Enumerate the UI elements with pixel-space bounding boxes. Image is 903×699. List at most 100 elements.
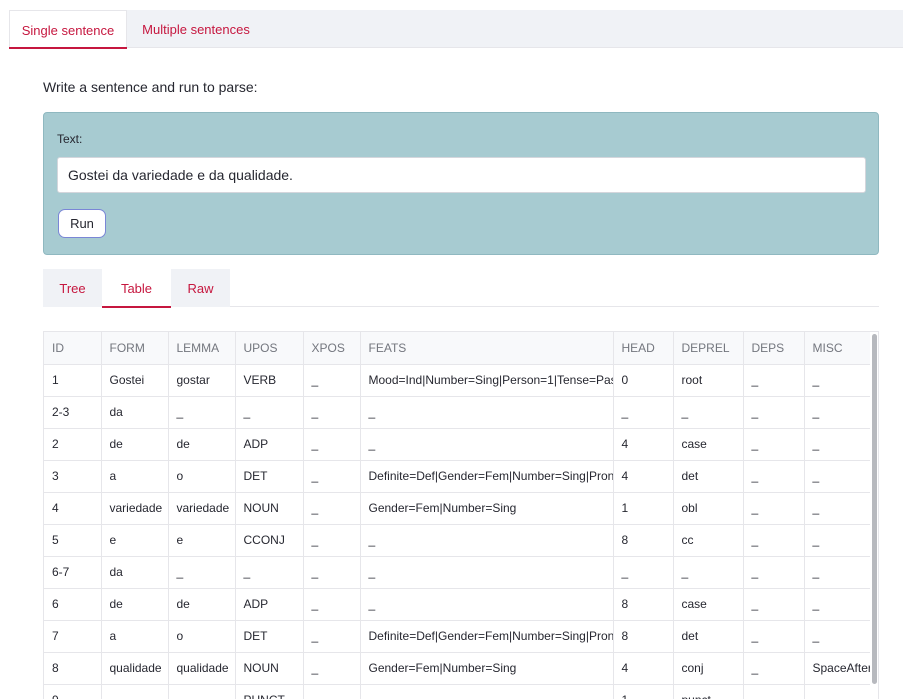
- cell-feats: Mood=Ind|Number=Sing|Person=1|Tense=Past…: [360, 364, 614, 397]
- cell-lemma: _: [168, 556, 236, 589]
- cell-head: _: [613, 396, 674, 429]
- cell-form: e: [101, 524, 169, 557]
- cell-feats: Gender=Fem|Number=Sing: [360, 492, 614, 525]
- parse-form: Text: Run: [43, 112, 879, 255]
- cell-lemma: de: [168, 428, 236, 461]
- output-tab-bar: Tree Table Raw: [43, 269, 879, 308]
- cell-id: 4: [44, 492, 102, 525]
- cell-misc: _: [804, 428, 872, 461]
- cell-feats: _: [360, 524, 614, 557]
- cell-deprel: det: [673, 460, 744, 493]
- tab-tree[interactable]: Tree: [43, 269, 102, 307]
- column-header-lemma: LEMMA: [168, 332, 236, 365]
- cell-misc: _: [804, 524, 872, 557]
- cell-id: 8: [44, 652, 102, 685]
- cell-upos: CCONJ: [235, 524, 304, 557]
- table-row: 2 de de ADP _ _ 4 case _ _: [44, 428, 872, 461]
- cell-misc: _: [804, 620, 872, 653]
- cell-misc: _: [804, 364, 872, 397]
- table-row: 1 Gostei gostar VERB _ Mood=Ind|Number=Sing|P…: [44, 364, 872, 397]
- cell-xpos: _: [303, 396, 361, 429]
- cell-form: de: [101, 428, 169, 461]
- cell-feats: _: [360, 396, 614, 429]
- tab-single-sentence[interactable]: Single sentence: [9, 10, 127, 49]
- column-header-misc: MISC: [804, 332, 872, 365]
- cell-lemma: _: [168, 396, 236, 429]
- tab-table[interactable]: Table: [102, 269, 171, 308]
- cell-deprel: _: [673, 556, 744, 589]
- cell-id: 3: [44, 460, 102, 493]
- cell-lemma: variedade: [168, 492, 236, 525]
- cell-xpos: _: [303, 428, 361, 461]
- cell-head: 4: [613, 652, 674, 685]
- table-row: 9..PUNCT__1punct__: [44, 684, 872, 699]
- cell-deprel: punct: [673, 684, 744, 699]
- tab-multiple-sentences[interactable]: Multiple sentences: [127, 10, 265, 48]
- cell-id: 1: [44, 364, 102, 397]
- parse-prompt: Write a sentence and run to parse:: [43, 79, 258, 95]
- cell-xpos: _: [303, 492, 361, 525]
- cell-deprel: cc: [673, 524, 744, 557]
- cell-upos: _: [235, 556, 304, 589]
- cell-misc: _: [804, 556, 872, 589]
- cell-xpos: _: [303, 524, 361, 557]
- table-row: 6-7 da _ _ _ _ _ _ _ _: [44, 556, 872, 589]
- cell-deps: _: [743, 620, 805, 653]
- cell-feats: _: [360, 684, 614, 699]
- cell-feats: Definite=Def|Gender=Fem|Number=Sing|Pron…: [360, 620, 614, 653]
- cell-form: da: [101, 396, 169, 429]
- column-header-id: ID: [44, 332, 102, 365]
- cell-misc: _: [804, 588, 872, 621]
- cell-deps: _: [743, 428, 805, 461]
- cell-feats: Gender=Fem|Number=Sing: [360, 652, 614, 685]
- cell-feats: _: [360, 428, 614, 461]
- cell-misc: _: [804, 684, 872, 699]
- column-header-form: FORM: [101, 332, 169, 365]
- cell-id: 9: [44, 684, 102, 699]
- cell-deprel: case: [673, 428, 744, 461]
- cell-feats: Definite=Def|Gender=Fem|Number=Sing|Pron…: [360, 460, 614, 493]
- cell-lemma: de: [168, 588, 236, 621]
- cell-deps: _: [743, 524, 805, 557]
- cell-deps: _: [743, 396, 805, 429]
- cell-form: de: [101, 588, 169, 621]
- run-button[interactable]: Run: [58, 209, 106, 238]
- cell-xpos: _: [303, 588, 361, 621]
- cell-form: a: [101, 460, 169, 493]
- cell-deps: _: [743, 684, 805, 699]
- table-row: 2-3 da _ _ _ _ _ _ _ _: [44, 396, 872, 429]
- column-header-feats: FEATS: [360, 332, 614, 365]
- cell-form: a: [101, 620, 169, 653]
- table-row: 6 de de ADP _ _ 8 case _ _: [44, 588, 872, 621]
- cell-lemma: .: [168, 684, 236, 699]
- cell-head: 1: [613, 684, 674, 699]
- cell-form: qualidade: [101, 652, 169, 685]
- cell-upos: DET: [235, 460, 304, 493]
- cell-head: 8: [613, 588, 674, 621]
- cell-deps: _: [743, 588, 805, 621]
- table-scrollbar-thumb[interactable]: [872, 334, 877, 684]
- sentence-input[interactable]: [57, 157, 866, 193]
- cell-misc: _: [804, 492, 872, 525]
- cell-misc: _: [804, 460, 872, 493]
- cell-feats: _: [360, 556, 614, 589]
- conllu-table[interactable]: ID FORM LEMMA UPOS XPOS FEATS HEAD DEPREL DEPS MI…: [43, 331, 879, 699]
- cell-deps: _: [743, 652, 805, 685]
- table-scrollbar[interactable]: [870, 332, 878, 699]
- cell-xpos: _: [303, 556, 361, 589]
- text-field-label: Text:: [57, 132, 83, 146]
- cell-id: 6: [44, 588, 102, 621]
- cell-deprel: case: [673, 588, 744, 621]
- cell-deps: _: [743, 460, 805, 493]
- cell-id: 7: [44, 620, 102, 653]
- column-header-upos: UPOS: [235, 332, 304, 365]
- column-header-xpos: XPOS: [303, 332, 361, 365]
- cell-xpos: _: [303, 620, 361, 653]
- cell-xpos: _: [303, 460, 361, 493]
- cell-xpos: _: [303, 684, 361, 699]
- table-header-row: ID FORM LEMMA UPOS XPOS FEATS HEAD DEPREL DEPS MI…: [44, 332, 872, 365]
- cell-head: 1: [613, 492, 674, 525]
- table-row: 7 a o DET _ Definite=Def|Gender=Fem|Number=Si…: [44, 620, 872, 653]
- tab-raw[interactable]: Raw: [171, 269, 230, 307]
- cell-id: 5: [44, 524, 102, 557]
